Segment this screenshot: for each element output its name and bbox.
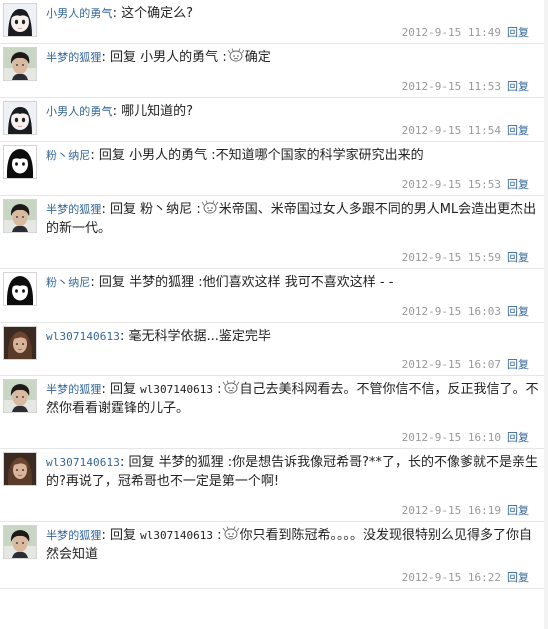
comment-timestamp: 2012-9-15 16:19 [401, 504, 501, 517]
reply-target-name[interactable]: 小男人的勇气 [140, 50, 218, 65]
avatar-girl-bangs[interactable] [3, 3, 37, 37]
reply-prefix: 回复 [110, 202, 137, 217]
comment-text: 这个确定么? [121, 6, 194, 21]
commenter-name[interactable]: 小男人的勇气 [46, 7, 113, 20]
comment-text: 哪儿知道的? [121, 104, 194, 119]
comment-item: 小男人的勇气: 这个确定么? 2012-9-15 11:49 回复 [0, 0, 548, 44]
comment-meta: 2012-9-15 16:19 回复 [402, 502, 529, 518]
comment-item: 半梦的狐狸: 回复 粉丶纳尼 : 米帝国、米帝国过女人多跟不同的男人ML会造出更杰… [0, 196, 548, 269]
reply-link[interactable]: 回复 [507, 431, 529, 444]
reply-target-name[interactable]: wl307140613 [140, 383, 213, 396]
commenter-name[interactable]: 半梦的狐狸 [46, 203, 102, 216]
reply-link[interactable]: 回复 [507, 124, 529, 137]
comment-body: 小男人的勇气: 哪儿知道的? [46, 104, 194, 119]
reply-target-name[interactable]: 半梦的狐狸 [129, 275, 194, 290]
reply-link[interactable]: 回复 [507, 305, 529, 318]
reply-prefix: 回复 [128, 455, 155, 470]
commenter-name[interactable]: 粉丶纳尼 [46, 276, 90, 289]
comment-meta: 2012-9-15 16:03 回复 [402, 303, 529, 319]
avatar-black-hair-girl[interactable] [3, 145, 37, 179]
comment-text: 确定 [244, 50, 271, 65]
emoticon-icon [222, 380, 240, 394]
reply-link[interactable]: 回复 [507, 504, 529, 517]
avatar-black-hair-girl[interactable] [3, 272, 37, 306]
comment-list: 小男人的勇气: 这个确定么? 2012-9-15 11:49 回复 半梦的狐狸: 回复… [0, 0, 548, 589]
commenter-name[interactable]: wl307140613 [46, 330, 120, 343]
reply-link[interactable]: 回复 [507, 178, 529, 191]
emoticon-icon [201, 200, 219, 214]
avatar-brown-hair-woman[interactable] [3, 326, 37, 360]
comment-timestamp: 2012-9-15 16:10 [401, 431, 501, 444]
reply-prefix: 回复 [98, 148, 125, 163]
comment-body: wl307140613: 毫无科学依据...鉴定完毕 [46, 329, 271, 344]
reply-prefix: 回复 [110, 382, 137, 397]
comment-item: 小男人的勇气: 哪儿知道的? 2012-9-15 11:54 回复 [0, 98, 548, 142]
comment-body: 半梦的狐狸: 回复 粉丶纳尼 : 米帝国、米帝国过女人多跟不同的男人ML会造出更杰… [46, 200, 537, 236]
comment-body: 半梦的狐狸: 回复 wl307140613 : 你只看到陈冠希。。。。没发现很特别… [46, 526, 533, 562]
reply-prefix: 回复 [110, 50, 137, 65]
reply-target-name[interactable]: 小男人的勇气 [129, 148, 207, 163]
comment-meta: 2012-9-15 16:10 回复 [402, 429, 529, 445]
avatar-dark-hair-man[interactable] [3, 199, 37, 233]
avatar-dark-hair-man[interactable] [3, 379, 37, 413]
reply-prefix: 回复 [98, 275, 125, 290]
comment-timestamp: 2012-9-15 11:53 [401, 80, 501, 93]
comment-item: 半梦的狐狸: 回复 小男人的勇气 : 确定 2012-9-15 11:53 回复 [0, 44, 548, 98]
comment-text: 你是想告诉我像冠希哥?**了，长的不像爹就不是亲生的?再说了，冠希哥也不一定是第… [46, 455, 539, 489]
reply-target-name[interactable]: 半梦的狐狸 [159, 455, 224, 470]
emoticon-icon [222, 526, 240, 540]
comment-item: 粉丶纳尼: 回复 小男人的勇气 :不知道哪个国家的科学家研究出来的 2012-9-… [0, 142, 548, 196]
comment-body: 粉丶纳尼: 回复 半梦的狐狸 :他们喜欢这样 我可不喜欢这样 - - [46, 275, 394, 290]
comment-meta: 2012-9-15 11:53 回复 [402, 78, 529, 94]
scrollbar-edge[interactable] [544, 0, 548, 629]
commenter-name[interactable]: 小男人的勇气 [46, 105, 113, 118]
comment-body: 半梦的狐狸: 回复 wl307140613 : 自己去美科网看去。不管你信不信，反… [46, 380, 539, 416]
comment-meta: 2012-9-15 16:22 回复 [402, 569, 529, 585]
comment-timestamp: 2012-9-15 15:53 [401, 178, 501, 191]
commenter-name[interactable]: 半梦的狐狸 [46, 51, 102, 64]
comment-item: 半梦的狐狸: 回复 wl307140613 : 自己去美科网看去。不管你信不信，反… [0, 376, 548, 449]
commenter-name[interactable]: wl307140613 [46, 456, 120, 469]
comment-text: 他们喜欢这样 我可不喜欢这样 - - [202, 275, 394, 290]
reply-link[interactable]: 回复 [507, 571, 529, 584]
commenter-name[interactable]: 半梦的狐狸 [46, 383, 102, 396]
comment-timestamp: 2012-9-15 16:22 [401, 571, 501, 584]
avatar-dark-hair-man[interactable] [3, 525, 37, 559]
comment-meta: 2012-9-15 11:54 回复 [402, 122, 529, 138]
reply-link[interactable]: 回复 [507, 358, 529, 371]
comment-item: 半梦的狐狸: 回复 wl307140613 : 你只看到陈冠希。。。。没发现很特别… [0, 522, 548, 589]
reply-link[interactable]: 回复 [507, 26, 529, 39]
comment-timestamp: 2012-9-15 11:54 [401, 124, 501, 137]
comment-timestamp: 2012-9-15 11:49 [401, 26, 501, 39]
reply-target-name[interactable]: 粉丶纳尼 [140, 202, 192, 217]
comment-body: wl307140613: 回复 半梦的狐狸 :你是想告诉我像冠希哥?**了，长的… [46, 455, 539, 489]
comment-meta: 2012-9-15 15:53 回复 [402, 176, 529, 192]
avatar-girl-bangs[interactable] [3, 101, 37, 135]
comment-item: wl307140613: 毫无科学依据...鉴定完毕 2012-9-15 16:0… [0, 323, 548, 376]
comment-meta: 2012-9-15 11:49 回复 [402, 24, 529, 40]
comment-timestamp: 2012-9-15 15:59 [401, 251, 501, 264]
comment-text: 毫无科学依据...鉴定完毕 [128, 329, 271, 344]
comment-meta: 2012-9-15 15:59 回复 [402, 249, 529, 265]
comment-item: wl307140613: 回复 半梦的狐狸 :你是想告诉我像冠希哥?**了，长的… [0, 449, 548, 522]
comment-body: 半梦的狐狸: 回复 小男人的勇气 : 确定 [46, 48, 271, 65]
commenter-name[interactable]: 粉丶纳尼 [46, 149, 90, 162]
comment-timestamp: 2012-9-15 16:03 [401, 305, 501, 318]
comment-body: 粉丶纳尼: 回复 小男人的勇气 :不知道哪个国家的科学家研究出来的 [46, 148, 424, 163]
reply-target-name[interactable]: wl307140613 [140, 529, 213, 542]
comment-item: 粉丶纳尼: 回复 半梦的狐狸 :他们喜欢这样 我可不喜欢这样 - - 2012-9… [0, 269, 548, 323]
avatar-dark-hair-man[interactable] [3, 47, 37, 81]
comment-timestamp: 2012-9-15 16:07 [401, 358, 501, 371]
avatar-brown-hair-woman[interactable] [3, 452, 37, 486]
reply-link[interactable]: 回复 [507, 80, 529, 93]
comment-body: 小男人的勇气: 这个确定么? [46, 6, 194, 21]
reply-link[interactable]: 回复 [507, 251, 529, 264]
emoticon-icon [227, 48, 245, 62]
comment-text: 不知道哪个国家的科学家研究出来的 [215, 148, 424, 163]
comment-meta: 2012-9-15 16:07 回复 [402, 356, 529, 372]
reply-prefix: 回复 [110, 528, 137, 543]
commenter-name[interactable]: 半梦的狐狸 [46, 529, 102, 542]
